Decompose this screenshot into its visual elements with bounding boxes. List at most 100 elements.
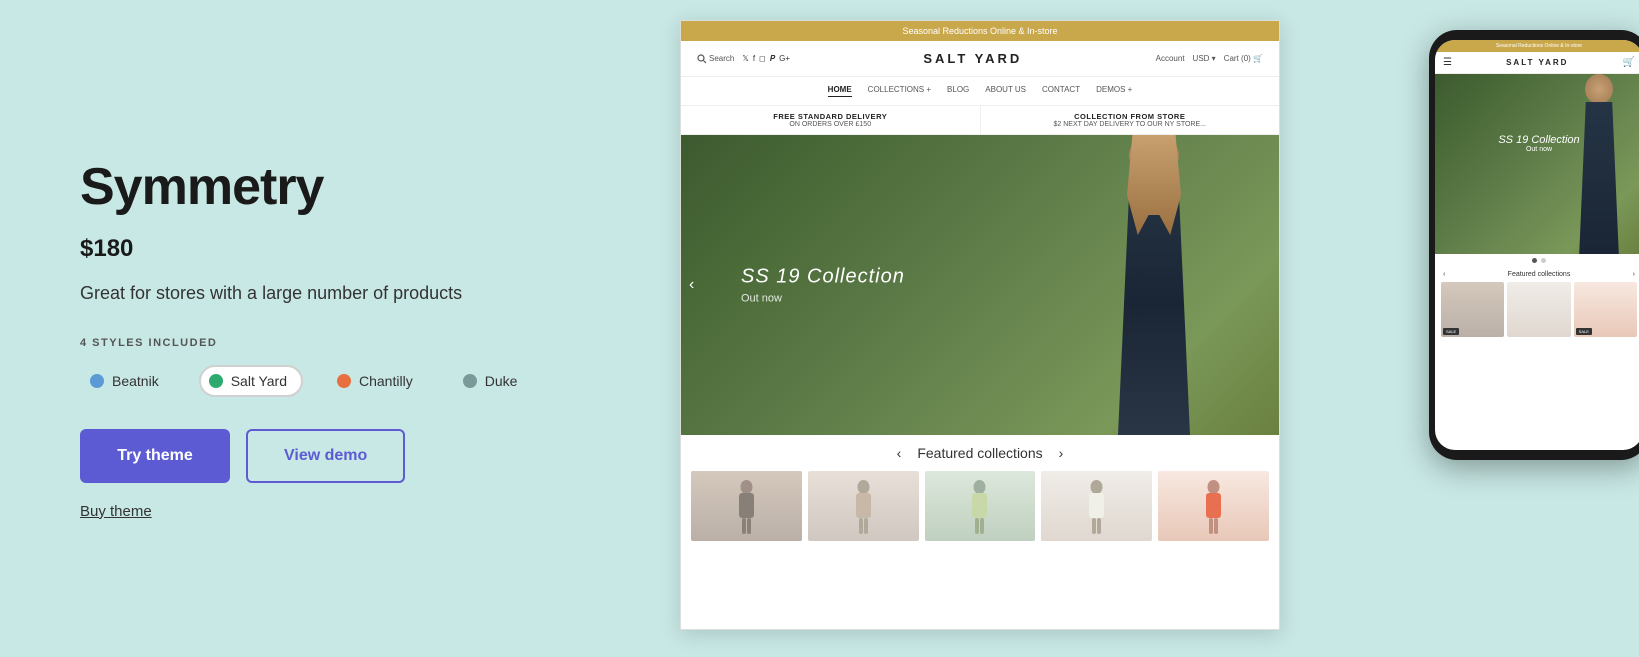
hero-collection-text: SS 19 Collection [741,266,905,289]
shipping-title-2: COLLECTION FROM STORE [985,112,1276,121]
featured-item-3 [925,471,1036,541]
mobile-preview: Seasonal Reductions Online & In-store ☰ … [1429,30,1639,460]
sale-badge-3: SALE [1576,328,1592,335]
mobile-featured-prev[interactable]: ‹ [1443,271,1445,278]
mobile-hero: SS 19 Collection Out now [1435,74,1639,254]
mobile-featured-header: ‹ Featured collections › [1435,267,1639,282]
account-link[interactable]: Account [1156,54,1185,63]
hero-text: SS 19 Collection Out now [741,266,905,305]
featured-next[interactable]: › [1059,445,1064,461]
style-options: Beatnik Salt Yard Chantilly Duke [80,365,600,397]
chantilly-label: Chantilly [359,373,413,389]
pinterest-icon[interactable]: 𝑷 [770,54,775,64]
duke-color-dot [463,374,477,388]
mobile-hero-text: SS 19 Collection Out now [1498,134,1579,153]
announcement-bar: Seasonal Reductions Online & In-store [681,21,1279,41]
store-nav: HOME COLLECTIONS + BLOG ABOUT US CONTACT… [681,77,1279,106]
mobile-featured-next[interactable]: › [1633,271,1635,278]
mobile-person-head [1585,74,1613,104]
mobile-featured-label: Featured collections [1508,271,1571,278]
nav-about[interactable]: ABOUT US [985,85,1026,97]
nav-blog[interactable]: BLOG [947,85,969,97]
button-row: Try theme View demo [80,429,600,483]
hero-prev-arrow[interactable]: ‹ [689,276,694,294]
mobile-announcement: Seasonal Reductions Online & In-store [1435,40,1639,52]
hero-section: ‹ SS 19 Collection Out now [681,135,1279,435]
mobile-screen: Seasonal Reductions Online & In-store ☰ … [1435,40,1639,450]
currency-selector[interactable]: USD ▾ [1193,54,1216,63]
mobile-store-name: SALT YARD [1506,58,1568,67]
chantilly-color-dot [337,374,351,388]
shipping-title-1: FREE STANDARD DELIVERY [685,112,976,121]
beatnik-color-dot [90,374,104,388]
mobile-featured-item-3: SALE [1574,282,1637,337]
salt-yard-color-dot [209,374,223,388]
mobile-featured-item-2 [1507,282,1570,337]
mobile-header: ☰ SALT YARD 🛒 [1435,52,1639,74]
featured-item-2 [808,471,919,541]
salt-yard-label: Salt Yard [231,373,287,389]
shipping-subtitle-2: $2 NEXT DAY DELIVERY TO OUR NY STORE... [1053,121,1206,128]
featured-header: ‹ Featured collections › [691,445,1269,461]
featured-item-4 [1041,471,1152,541]
mannequin-svg-2 [851,479,876,534]
social-icons: 𝕏 f ◻ 𝑷 G+ [742,54,790,64]
style-option-beatnik[interactable]: Beatnik [80,365,175,397]
featured-label: Featured collections [917,445,1042,461]
search-icon[interactable]: Search [697,54,734,64]
nav-home[interactable]: HOME [828,85,852,97]
featured-items [691,471,1269,541]
beatnik-label: Beatnik [112,373,159,389]
nav-contact[interactable]: CONTACT [1042,85,1080,97]
hero-subtitle-text: Out now [741,293,905,305]
store-name-desktop: SALT YARD [923,51,1022,66]
mobile-menu-icon[interactable]: ☰ [1443,57,1452,68]
shipping-subtitle-1: ON ORDERS OVER £150 [789,121,871,128]
cart-link[interactable]: Cart (0) 🛒 [1224,54,1263,63]
mannequin-svg-5 [1201,479,1226,534]
left-panel: Symmetry $180 Great for stores with a la… [0,0,660,657]
shipping-item-1: FREE STANDARD DELIVERY ON ORDERS OVER £1… [681,106,981,134]
mannequin-svg-1 [734,479,759,534]
mobile-hero-collection: SS 19 Collection [1498,134,1579,146]
duke-label: Duke [485,373,518,389]
desktop-preview: Seasonal Reductions Online & In-store Se… [680,20,1280,630]
nav-demos[interactable]: DEMOS + [1096,85,1132,97]
facebook-icon[interactable]: f [753,54,755,64]
mobile-announcement-text: Seasonal Reductions Online & In-store [1496,43,1582,49]
featured-prev[interactable]: ‹ [897,445,902,461]
mobile-featured-item-1: SALE [1441,282,1504,337]
sale-badge-1: SALE [1443,328,1459,335]
featured-section: ‹ Featured collections › [681,435,1279,541]
mobile-hero-subtitle: Out now [1498,146,1579,153]
mannequin-svg-3 [967,479,992,534]
shipping-item-2: COLLECTION FROM STORE $2 NEXT DAY DELIVE… [981,106,1280,134]
mobile-hero-dots [1435,254,1639,267]
buy-theme-link[interactable]: Buy theme [80,503,152,520]
announcement-text: Seasonal Reductions Online & In-store [902,26,1057,36]
instagram-icon[interactable]: ◻ [759,54,766,64]
shipping-bar: FREE STANDARD DELIVERY ON ORDERS OVER £1… [681,106,1279,135]
mobile-cart-icon[interactable]: 🛒 [1623,57,1635,68]
right-panel: Seasonal Reductions Online & In-store Se… [660,0,1639,657]
featured-item-1 [691,471,802,541]
theme-title: Symmetry [80,157,600,217]
featured-item-5 [1158,471,1269,541]
mobile-dot-2 [1541,258,1546,263]
style-option-salt-yard[interactable]: Salt Yard [199,365,303,397]
twitter-icon[interactable]: 𝕏 [742,54,748,64]
header-left: Search 𝕏 f ◻ 𝑷 G+ [697,54,790,64]
view-demo-button[interactable]: View demo [246,429,405,483]
mobile-featured-items: SALE SALE [1435,282,1639,337]
nav-collections[interactable]: COLLECTIONS + [868,85,931,97]
try-theme-button[interactable]: Try theme [80,429,230,483]
header-right: Account USD ▾ Cart (0) 🛒 [1156,54,1263,63]
google-plus-icon[interactable]: G+ [779,54,790,64]
mannequin-svg-4 [1084,479,1109,534]
style-option-duke[interactable]: Duke [453,365,534,397]
theme-description: Great for stores with a large number of … [80,281,600,306]
styles-label: 4 STYLES INCLUDED [80,337,600,349]
store-header: Search 𝕏 f ◻ 𝑷 G+ SALT YARD Account USD … [681,41,1279,77]
style-option-chantilly[interactable]: Chantilly [327,365,429,397]
mobile-dot-1 [1532,258,1537,263]
